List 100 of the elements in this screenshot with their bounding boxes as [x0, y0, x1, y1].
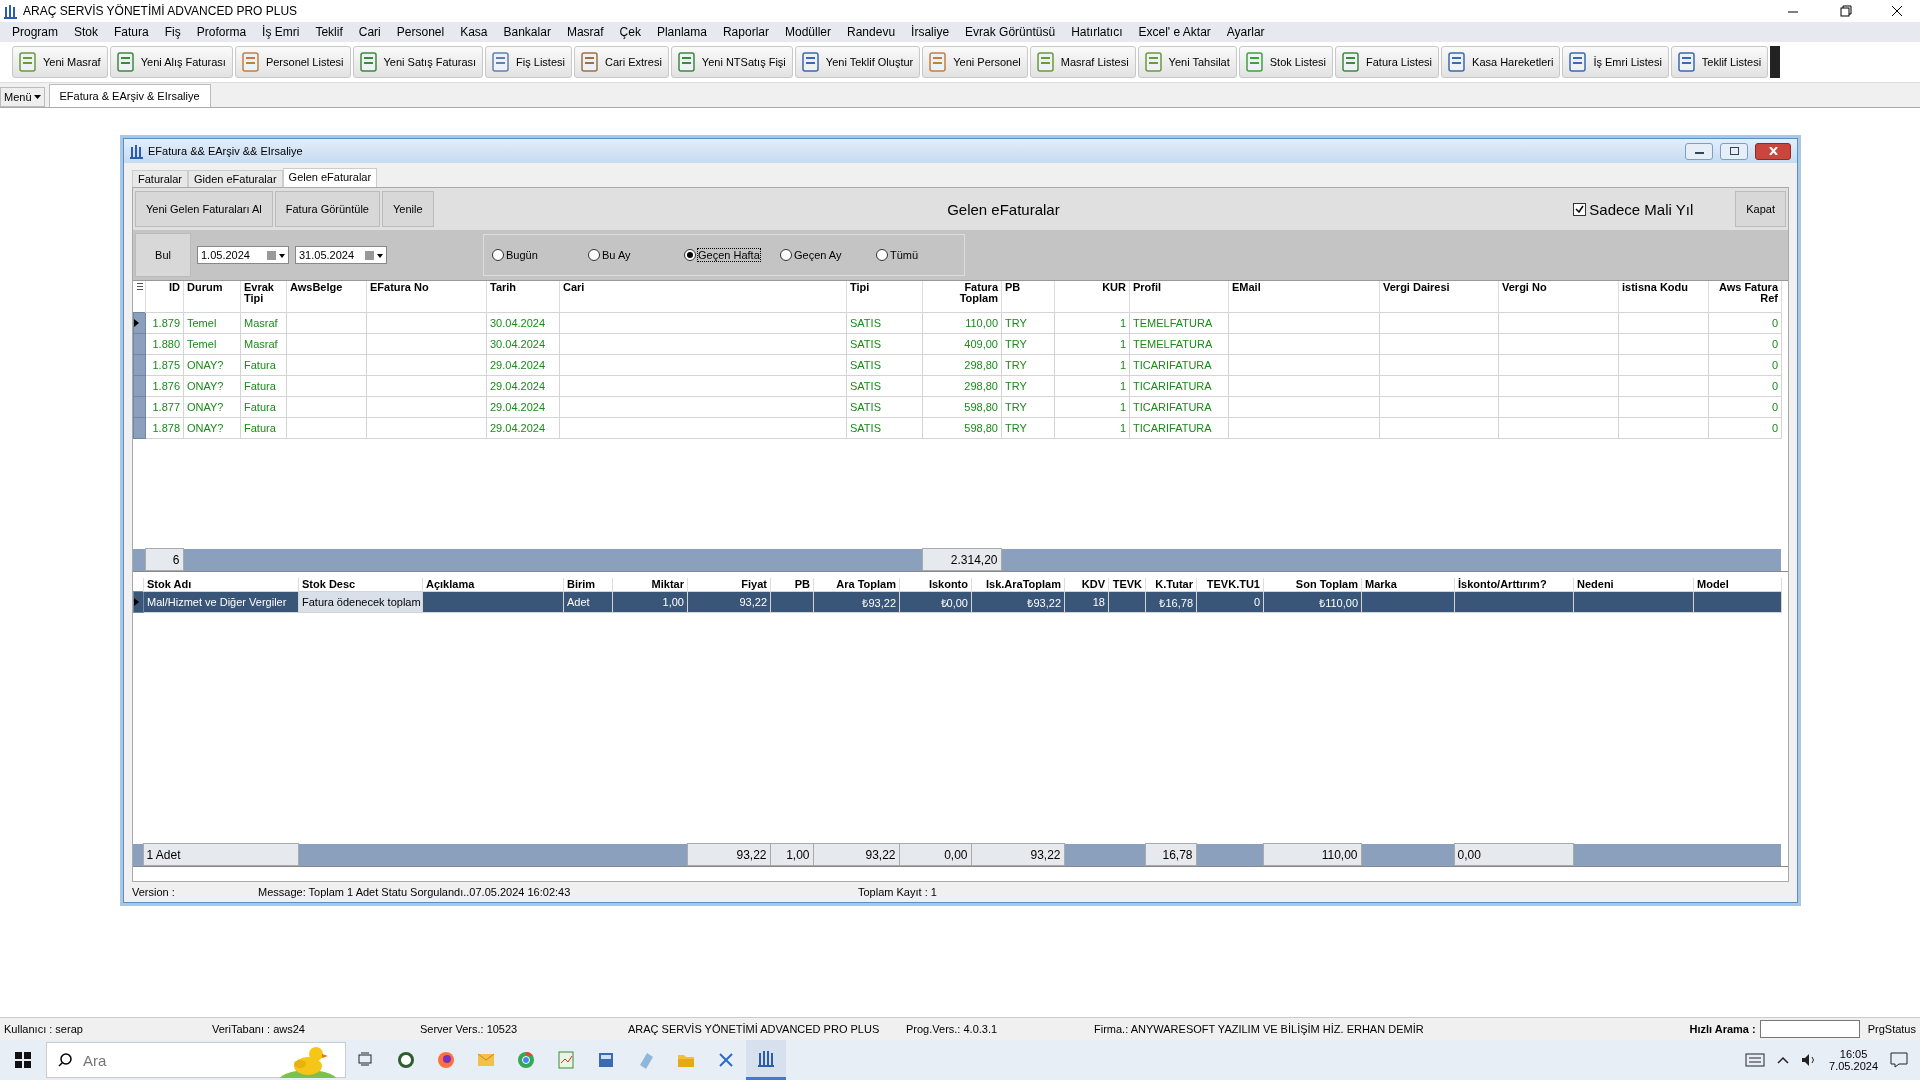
column-header[interactable]: Isk.AraToplam: [971, 578, 1065, 592]
menu-button[interactable]: Menü: [0, 87, 45, 107]
clock-time[interactable]: 16:05: [1839, 1048, 1868, 1060]
menu-item[interactable]: Fatura: [106, 25, 157, 39]
find-button[interactable]: Bul: [135, 233, 191, 277]
column-header[interactable]: Birim: [563, 578, 613, 592]
column-header[interactable]: TEVK: [1108, 578, 1146, 592]
tab[interactable]: Gelen eFaturalar: [282, 168, 378, 187]
column-header[interactable]: PB: [1001, 281, 1055, 312]
column-header[interactable]: Profil: [1129, 281, 1229, 312]
column-header[interactable]: TEVK.TU1: [1196, 578, 1264, 592]
document-tab[interactable]: EFatura & EArşiv & EIrsaliye: [48, 84, 211, 107]
search-field[interactable]: Ara: [46, 1042, 346, 1078]
tab[interactable]: Faturalar: [132, 170, 189, 187]
column-header[interactable]: AwsBelge: [286, 281, 367, 312]
toolbar-button[interactable]: Stok Listesi: [1238, 46, 1333, 78]
menu-item[interactable]: Program: [4, 25, 66, 39]
menu-item[interactable]: Bankalar: [495, 25, 559, 39]
column-header[interactable]: Miktar: [612, 578, 688, 592]
menu-item[interactable]: Modüller: [777, 25, 839, 39]
column-header[interactable]: Açıklama: [422, 578, 564, 592]
date-field[interactable]: 31.05.2024: [295, 246, 387, 264]
calculator-icon[interactable]: [597, 1051, 615, 1069]
app-logo-icon[interactable]: [757, 1049, 775, 1068]
column-header[interactable]: K.Tutar: [1145, 578, 1197, 592]
menu-item[interactable]: Ayarlar: [1218, 25, 1273, 39]
radio-button[interactable]: [780, 249, 792, 261]
chevron-up-icon[interactable]: [1777, 1056, 1790, 1064]
column-header[interactable]: Tarih: [486, 281, 560, 312]
checkbox[interactable]: [1573, 202, 1587, 216]
column-header[interactable]: Cari: [559, 281, 847, 312]
menu-item[interactable]: Raporlar: [714, 25, 777, 39]
task-view-icon[interactable]: [357, 1051, 375, 1069]
toolbar-button[interactable]: Fatura Görüntüle: [274, 191, 380, 227]
menu-item[interactable]: Proforma: [188, 25, 255, 39]
keyboard-icon[interactable]: [1745, 1053, 1766, 1067]
column-header[interactable]: istisna Kodu: [1618, 281, 1709, 312]
date-field[interactable]: 1.05.2024: [197, 246, 289, 264]
close-button[interactable]: [1755, 142, 1791, 160]
column-header[interactable]: Durum: [183, 281, 241, 312]
cross-tool-icon[interactable]: [717, 1051, 735, 1069]
toolbar-button[interactable]: İş Emri Listesi: [1562, 46, 1669, 78]
chart-document-icon[interactable]: [557, 1051, 575, 1069]
column-header[interactable]: Fiyat: [687, 578, 771, 592]
menu-item[interactable]: Cari: [350, 25, 389, 39]
column-header[interactable]: Tipi: [846, 281, 923, 312]
menu-item[interactable]: Çek: [611, 25, 649, 39]
toolbar-button[interactable]: Fatura Listesi: [1335, 46, 1440, 78]
column-header[interactable]: Son Toplam: [1263, 578, 1362, 592]
toolbar-button[interactable]: Masraf Listesi: [1029, 46, 1136, 78]
toolbar-button[interactable]: Yeni Alış Faturası: [109, 46, 233, 78]
radio-button[interactable]: [492, 249, 504, 261]
column-header[interactable]: KDV: [1064, 578, 1109, 592]
clock-date[interactable]: 7.05.2024: [1829, 1060, 1878, 1072]
column-header[interactable]: Model: [1693, 578, 1782, 592]
toolbar-button[interactable]: Cari Extresi: [574, 46, 669, 78]
column-header[interactable]: ID: [145, 281, 184, 312]
menu-item[interactable]: Teklif: [307, 25, 351, 39]
toolbar-button[interactable]: Yeni Tahsilat: [1137, 46, 1237, 78]
column-header[interactable]: PB: [770, 578, 814, 592]
search-field[interactable]: [1759, 1020, 1860, 1038]
column-header[interactable]: Vergi No: [1498, 281, 1619, 312]
browser-icon[interactable]: [437, 1051, 455, 1069]
menu-item[interactable]: Kasa: [452, 25, 496, 39]
notification-icon[interactable]: [1890, 1052, 1908, 1068]
column-header[interactable]: Stok Desc: [298, 578, 423, 592]
column-header[interactable]: Aws Fatura Ref: [1708, 281, 1782, 312]
menu-item[interactable]: İş Emri: [254, 25, 308, 39]
column-header[interactable]: Fatura Toplam: [922, 281, 1002, 312]
menu-item[interactable]: Evrak Görüntüsü: [957, 25, 1064, 39]
radio-button[interactable]: [684, 249, 696, 261]
column-header[interactable]: Iskonto: [899, 578, 972, 592]
radio-button[interactable]: [876, 249, 888, 261]
tab[interactable]: Giden eFaturalar: [188, 170, 283, 187]
toolbar-button[interactable]: Yeni Personel: [922, 46, 1028, 78]
column-header[interactable]: Evrak Tipi: [240, 281, 287, 312]
toolbar-button[interactable]: Teklif Listesi: [1670, 46, 1769, 78]
windows-logo-icon[interactable]: [15, 1052, 31, 1068]
menu-item[interactable]: Personel: [388, 25, 453, 39]
menu-item[interactable]: Masraf: [558, 25, 612, 39]
toolbar-button[interactable]: Kasa Hareketleri: [1441, 46, 1561, 78]
menu-item[interactable]: Stok: [66, 25, 107, 39]
column-header[interactable]: Vergi Dairesi: [1379, 281, 1499, 312]
column-header[interactable]: Stok Adı: [143, 578, 299, 592]
maximize-button[interactable]: [1720, 142, 1748, 160]
menu-item[interactable]: Excel' e Aktar: [1130, 25, 1219, 39]
toolbar-button[interactable]: Yeni Masraf: [12, 46, 108, 78]
menu-item[interactable]: Planlama: [648, 25, 715, 39]
circle-app-icon[interactable]: [397, 1051, 415, 1069]
menu-item[interactable]: İrsaliye: [903, 25, 958, 39]
radio-button[interactable]: [588, 249, 600, 261]
column-header[interactable]: EFatura No: [366, 281, 487, 312]
minimize-button[interactable]: [1685, 142, 1713, 160]
close-button[interactable]: Kapat: [1735, 191, 1786, 227]
toolbar-button[interactable]: Yenile: [381, 191, 434, 227]
toolbar-overflow-button[interactable]: [1770, 46, 1781, 78]
toolbar-button[interactable]: Yeni Teklif Oluştur: [794, 46, 921, 78]
toolbar-button[interactable]: Yeni Gelen Faturaları Al: [135, 191, 273, 227]
menu-item[interactable]: Randevu: [839, 25, 904, 39]
toolbar-button[interactable]: Yeni Satış Faturası: [352, 46, 484, 78]
